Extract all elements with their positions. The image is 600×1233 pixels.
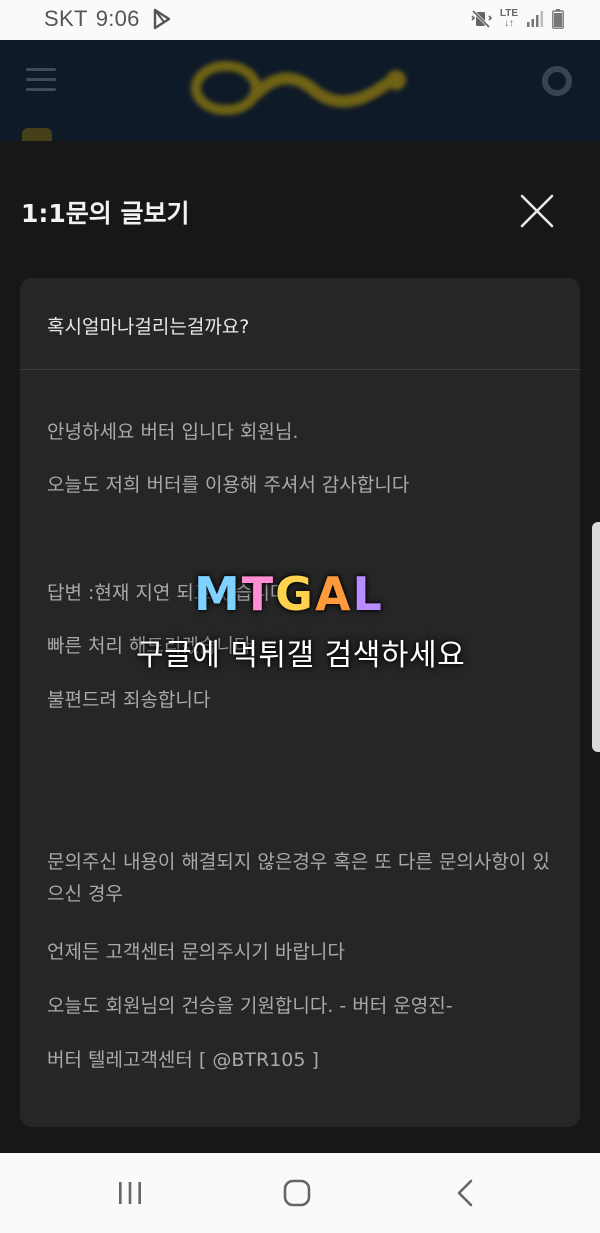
vibrate-mute-icon: [471, 9, 492, 29]
app-logo: [186, 54, 416, 118]
background-app-header: [0, 40, 600, 141]
badge: [22, 128, 52, 141]
divider: [20, 369, 580, 370]
clock: 9:06: [95, 6, 140, 31]
watermark-logo-letter: L: [352, 567, 384, 621]
recent-apps-button[interactable]: [110, 1177, 150, 1209]
reply-line: 언제든 고객센터 문의주시기 바랍니다: [47, 941, 345, 963]
watermark-logo-text: MTGAL: [194, 567, 384, 621]
signal-icon: [527, 11, 543, 27]
recent-apps-icon: [119, 1182, 141, 1204]
lte-arrows-icon: ↓↑: [503, 18, 514, 29]
reply-line: 안녕하세요 버터 입니다 회원님.: [47, 421, 299, 443]
reply-line: 버터 텔레고객센터 [ @BTR105 ]: [47, 1049, 319, 1071]
gear-icon: [542, 66, 572, 96]
watermark-logo-letter: T: [241, 567, 276, 621]
close-icon: [520, 194, 554, 228]
watermark-logo: MTGAL: [194, 567, 384, 621]
system-nav-bar: [0, 1153, 600, 1233]
watermark-logo-letter: G: [275, 567, 315, 621]
reply-line: 불편드려 죄송합니다: [47, 689, 211, 711]
home-icon: [283, 1179, 311, 1207]
sheet-title: 1:1문의 글보기: [21, 199, 190, 228]
inquiry-subject: 혹시얼마나걸리는걸까요?: [47, 316, 250, 338]
watermark-logo-letter: M: [194, 567, 242, 621]
lte-icon: LTE ↓↑: [500, 9, 518, 29]
watermark-text: 구글에 먹튀갤 검색하세요: [136, 638, 466, 673]
app-logo-mark: [191, 61, 406, 115]
watermark-logo-letter: A: [314, 567, 353, 621]
play-store-icon: [153, 8, 170, 30]
close-button[interactable]: [517, 191, 557, 231]
reply-line: 오늘도 저희 버터를 이용해 주셔서 감사합니다: [47, 474, 410, 496]
status-bar: SKT 9:06 LTE ↓↑: [0, 0, 600, 40]
carrier-label: SKT: [44, 6, 88, 31]
back-button[interactable]: [446, 1177, 486, 1209]
back-icon: [457, 1179, 473, 1207]
status-left: SKT 9:06: [44, 6, 172, 32]
reply-line: 오늘도 회원님의 건승을 기원합니다. - 버터 운영진-: [47, 995, 453, 1017]
reply-line: 문의주신 내용이 해결되지 않은경우 혹은 또 다른 문의사항이 있으신 경우: [47, 851, 550, 905]
status-right: LTE ↓↑: [470, 9, 564, 29]
scroll-indicator[interactable]: [592, 522, 600, 752]
home-button[interactable]: [277, 1177, 317, 1209]
inquiry-card: 혹시얼마나걸리는걸까요? 안녕하세요 버터 입니다 회원님. 오늘도 저희 버터…: [20, 278, 580, 1127]
battery-icon: [552, 9, 564, 29]
menu-icon: [26, 68, 56, 92]
